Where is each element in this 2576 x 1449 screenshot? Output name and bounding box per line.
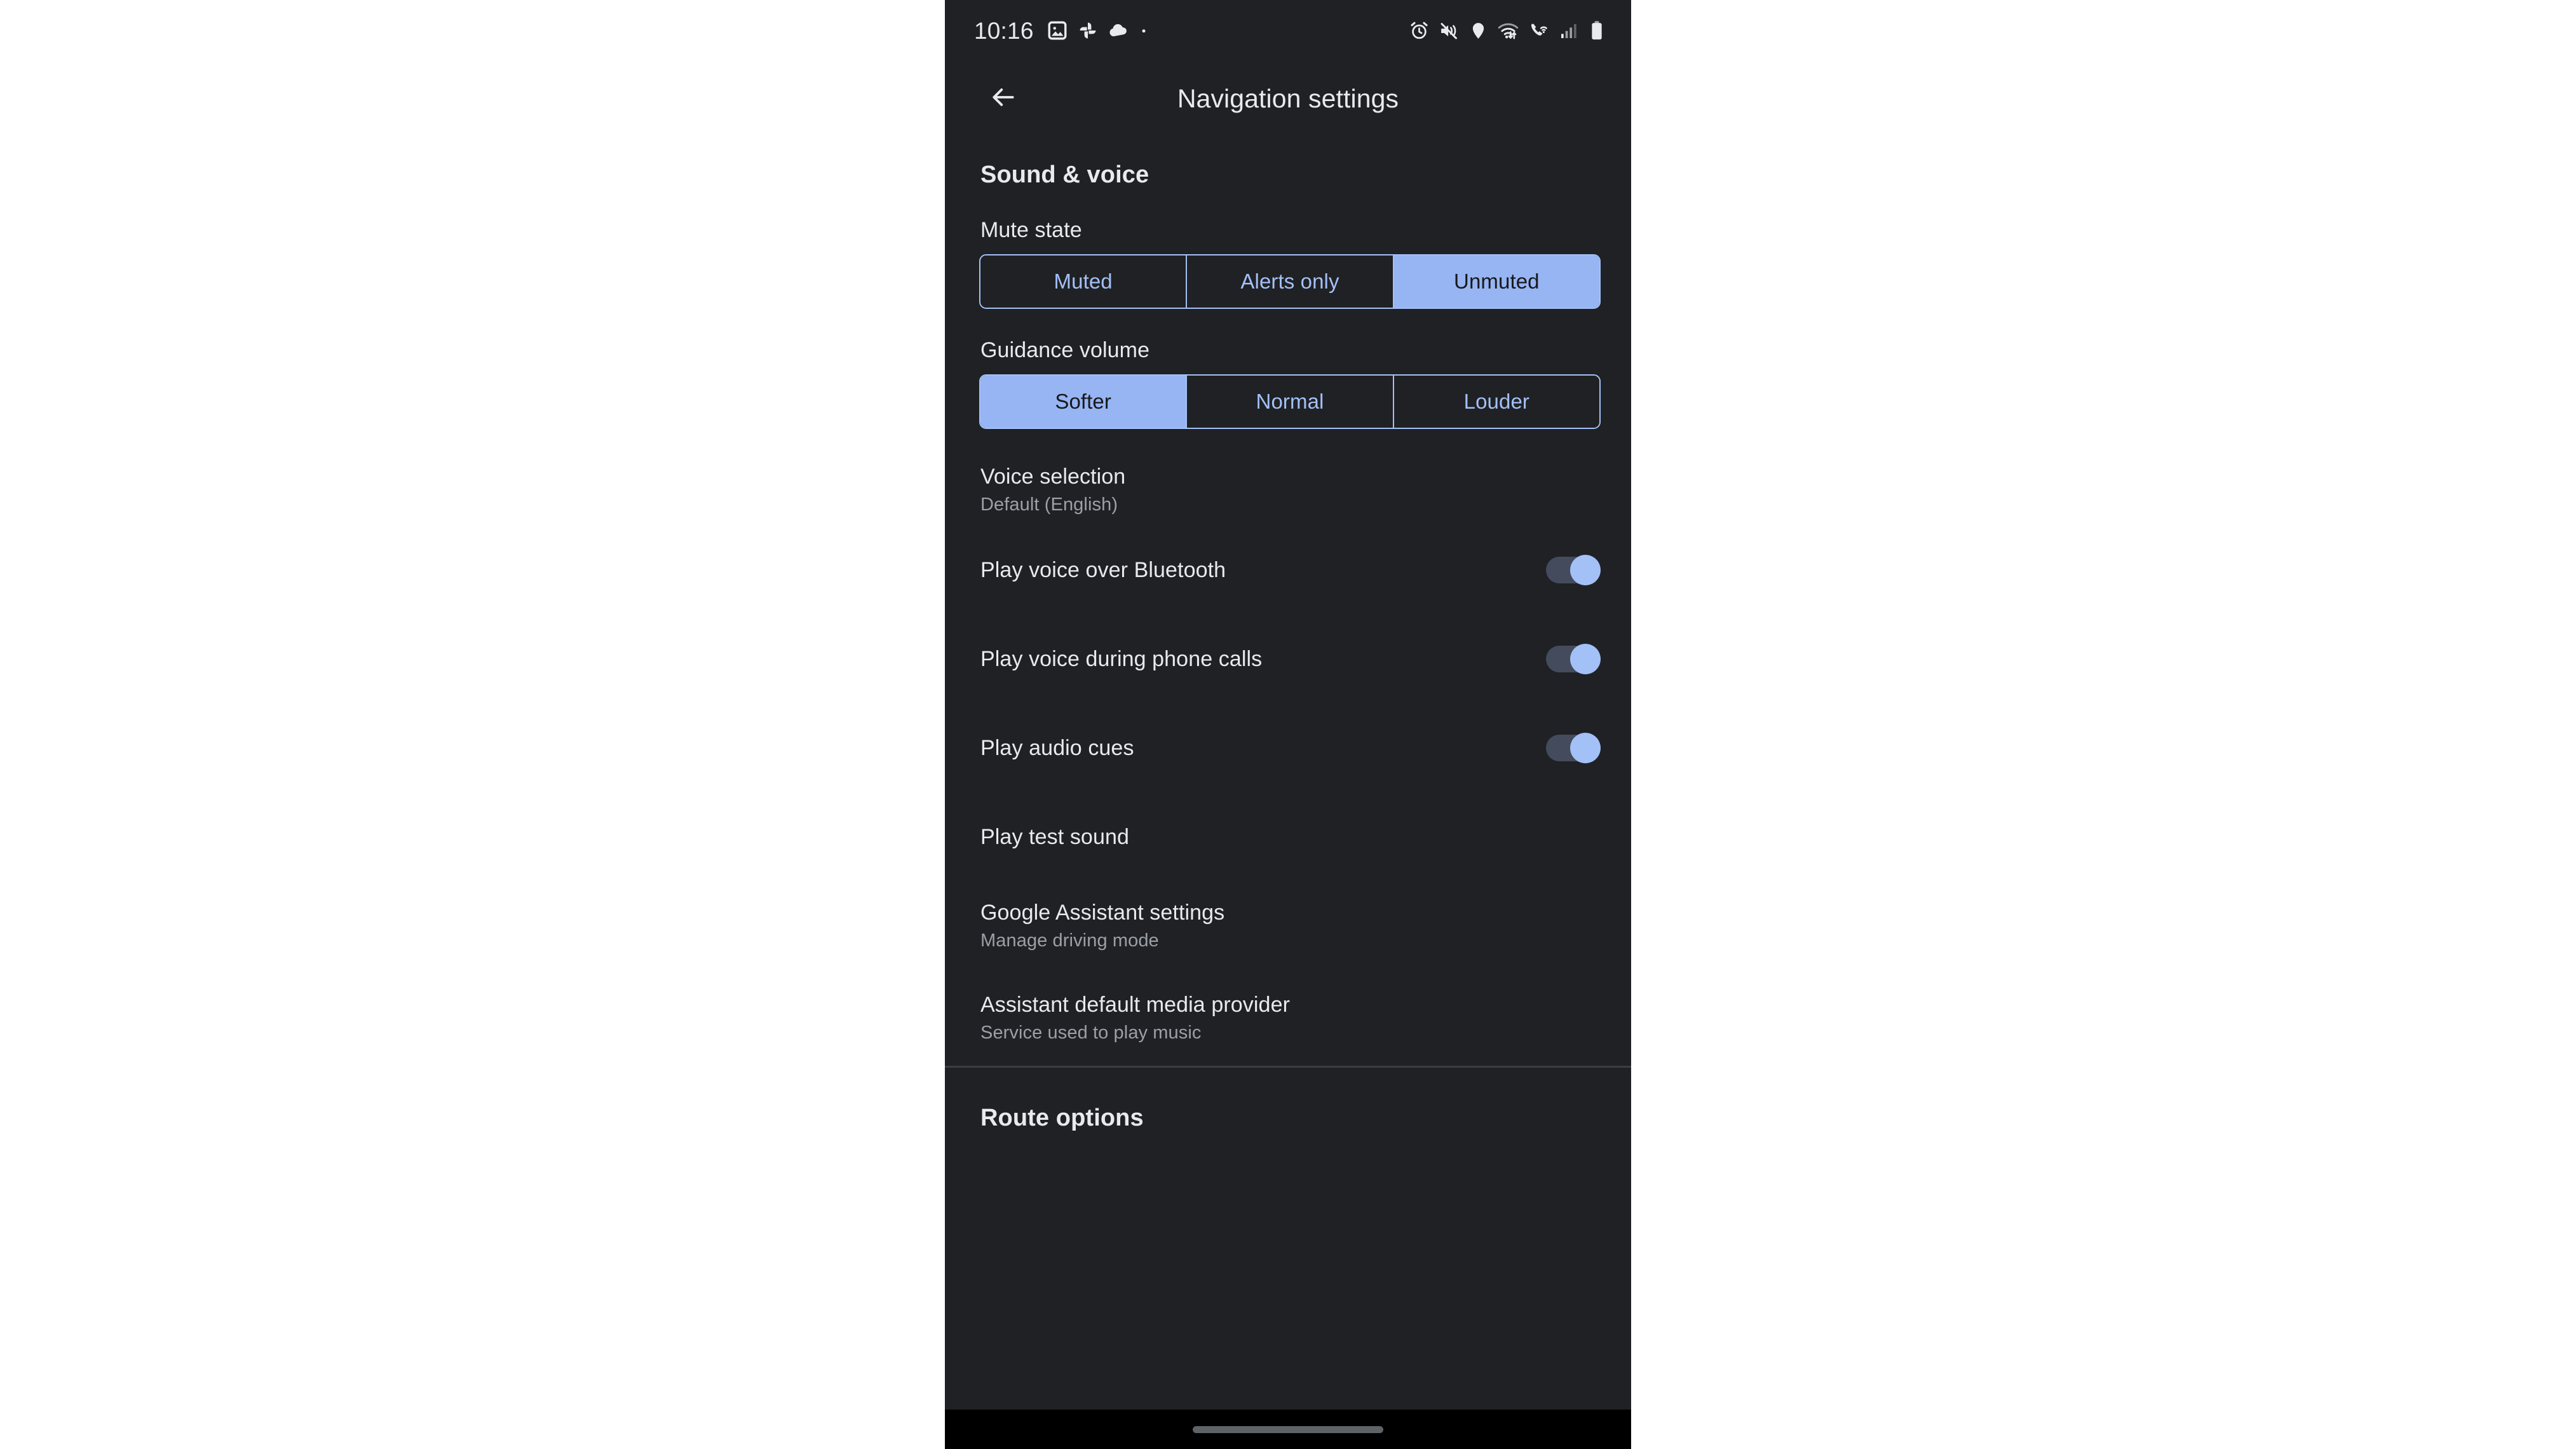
google-photos-pinwheel-icon [1077, 20, 1099, 41]
signal-bars-icon [1559, 20, 1579, 41]
gesture-handle[interactable] [1193, 1425, 1383, 1433]
segment-muted[interactable]: Muted [980, 255, 1188, 308]
status-bar-left: 10:16 [974, 19, 1149, 43]
row-play-voice-bluetooth-title: Play voice over Bluetooth [980, 557, 1226, 582]
dot-icon [1138, 25, 1149, 36]
phone-screen: 10:16 Navigation settings Sound & voice … [945, 0, 1631, 1449]
row-voice-selection[interactable]: Voice selection Default (English) [945, 454, 1631, 526]
mute-state-label: Mute state [980, 218, 1082, 242]
row-play-test-sound-texts: Play test sound [980, 825, 1129, 850]
row-assistant-default-media-provider-title: Assistant default media provider [980, 993, 1291, 1017]
segment-softer[interactable]: Softer [980, 376, 1188, 428]
alarm-icon [1409, 20, 1430, 41]
app-bar: Navigation settings [945, 61, 1631, 136]
mute-state-segmented-control: Muted Alerts only Unmuted [979, 254, 1601, 309]
location-pin-icon [1468, 21, 1488, 41]
wifi-calling-icon [1528, 20, 1550, 41]
segment-unmuted[interactable]: Unmuted [1393, 255, 1599, 308]
status-bar: 10:16 [945, 0, 1631, 61]
battery-icon [1588, 20, 1606, 41]
toggle-thumb [1570, 644, 1601, 674]
row-google-assistant-settings-subtitle: Manage driving mode [980, 930, 1159, 951]
section-header-route-options: Route options [980, 1105, 1144, 1131]
row-play-audio-cues[interactable]: Play audio cues [945, 704, 1631, 793]
cloud-icon [1108, 20, 1129, 41]
toggle-play-audio-cues[interactable] [1546, 733, 1601, 763]
row-google-assistant-settings[interactable]: Google Assistant settings Manage driving… [945, 881, 1631, 970]
row-assistant-default-media-provider[interactable]: Assistant default media provider Service… [945, 970, 1631, 1066]
vibrate-off-icon [1439, 20, 1460, 41]
status-bar-right [1409, 20, 1606, 42]
screenshot-canvas: 10:16 Navigation settings Sound & voice … [0, 0, 2576, 1449]
row-play-voice-phone-calls[interactable]: Play voice during phone calls [945, 615, 1631, 704]
toggle-play-voice-phone-calls[interactable] [1546, 644, 1601, 674]
row-google-assistant-settings-title: Google Assistant settings [980, 901, 1225, 925]
row-play-test-sound[interactable]: Play test sound [945, 793, 1631, 881]
guidance-volume-label: Guidance volume [980, 338, 1150, 362]
status-bar-clock: 10:16 [974, 17, 1034, 44]
section-header-sound-voice: Sound & voice [980, 161, 1149, 188]
row-assistant-default-media-provider-subtitle: Service used to play music [980, 1023, 1202, 1043]
segment-normal[interactable]: Normal [1187, 376, 1394, 428]
page-title: Navigation settings [1177, 83, 1399, 113]
row-assistant-default-media-provider-texts: Assistant default media provider Service… [980, 993, 1290, 1044]
row-play-voice-bluetooth-texts: Play voice over Bluetooth [980, 558, 1226, 583]
row-voice-selection-subtitle: Default (English) [980, 494, 1118, 515]
row-google-assistant-settings-texts: Google Assistant settings Manage driving… [980, 901, 1224, 951]
row-play-voice-phone-calls-title: Play voice during phone calls [980, 646, 1263, 671]
row-play-voice-phone-calls-texts: Play voice during phone calls [980, 647, 1262, 672]
row-voice-selection-texts: Voice selection Default (English) [980, 465, 1125, 515]
segment-louder[interactable]: Louder [1393, 376, 1599, 428]
settings-content: Sound & voice Mute state Muted Alerts on… [945, 136, 1631, 1132]
toggle-play-voice-bluetooth[interactable] [1546, 555, 1601, 585]
toggle-thumb [1570, 733, 1601, 763]
segment-alerts-only[interactable]: Alerts only [1187, 255, 1394, 308]
row-play-test-sound-title: Play test sound [980, 824, 1129, 849]
row-play-voice-bluetooth[interactable]: Play voice over Bluetooth [945, 526, 1631, 615]
image-icon [1047, 20, 1068, 41]
row-voice-selection-title: Voice selection [980, 465, 1126, 489]
toggle-thumb [1570, 555, 1601, 585]
gesture-nav-bar [945, 1410, 1631, 1449]
row-play-audio-cues-texts: Play audio cues [980, 736, 1134, 761]
back-button[interactable] [979, 74, 1027, 123]
row-play-audio-cues-title: Play audio cues [980, 735, 1134, 760]
wifi-data-icon [1497, 20, 1519, 42]
back-arrow-icon [989, 83, 1017, 114]
guidance-volume-segmented-control: Softer Normal Louder [979, 374, 1601, 429]
